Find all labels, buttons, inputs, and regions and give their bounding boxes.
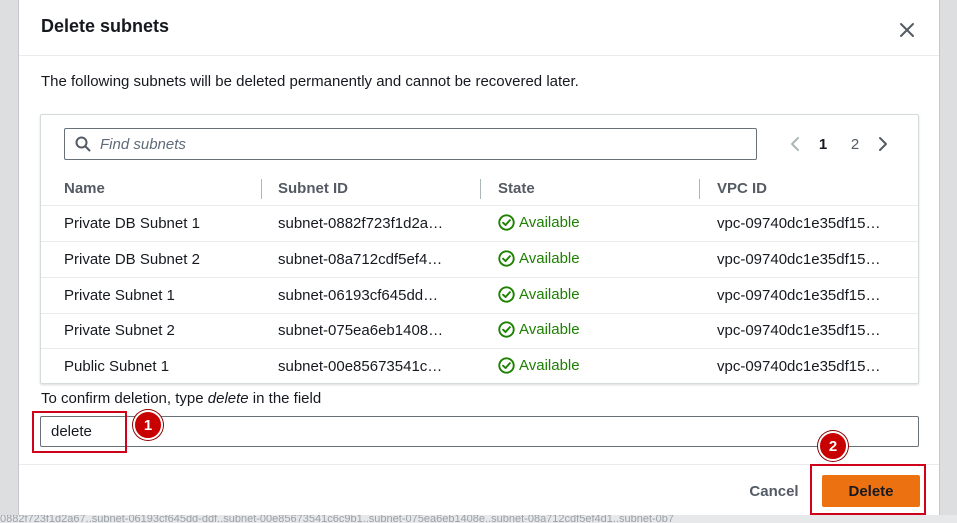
delete-subnets-modal: Delete subnets The following subnets wil…	[18, 0, 940, 517]
table-row: Private Subnet 2 subnet-075ea6eb1408… Av…	[41, 313, 918, 349]
check-circle-icon	[498, 357, 515, 374]
check-circle-icon	[498, 286, 515, 303]
page-2-button[interactable]: 2	[839, 136, 871, 153]
state-text: Available	[519, 321, 580, 338]
cell-vpc-id: vpc-09740dc1e35df15…	[717, 215, 881, 232]
table-row: Private Subnet 1 subnet-06193cf645dd… Av…	[41, 278, 918, 314]
chevron-right-icon	[879, 137, 887, 151]
cancel-button[interactable]: Cancel	[729, 475, 819, 507]
modal-footer: Cancel Delete	[19, 464, 939, 517]
next-page-button[interactable]	[871, 132, 895, 156]
confirm-keyword: delete	[207, 390, 249, 407]
cell-vpc-id: vpc-09740dc1e35df15…	[717, 322, 881, 339]
table-row: Private DB Subnet 1 subnet-0882f723f1d2a…	[41, 206, 918, 242]
table-row: Private DB Subnet 2 subnet-08a712cdf5ef4…	[41, 242, 918, 278]
cell-name: Private Subnet 1	[64, 287, 175, 304]
column-header-vpc-id[interactable]: VPC ID	[717, 180, 767, 197]
annotation-highlight-confirm-input	[32, 411, 127, 453]
background-text-strip: 0882f723f1d2a67..subnet-06193cf645dd-ddf…	[0, 515, 957, 523]
modal-description: The following subnets will be deleted pe…	[41, 73, 579, 90]
table-row: Public Subnet 1 subnet-00e85673541c… Ava…	[41, 349, 918, 385]
modal-title: Delete subnets	[41, 16, 170, 36]
cell-subnet-id: subnet-0882f723f1d2a…	[278, 215, 444, 232]
cell-subnet-id: subnet-075ea6eb1408…	[278, 322, 444, 339]
cell-state: Available	[498, 250, 580, 267]
page-1-button[interactable]: 1	[807, 136, 839, 153]
table-header: Name Subnet ID State VPC ID	[41, 173, 918, 206]
cell-name: Private DB Subnet 1	[64, 215, 200, 232]
confirm-label-suffix: in the field	[248, 390, 322, 407]
cell-name: Public Subnet 1	[64, 358, 170, 375]
check-circle-icon	[498, 214, 515, 231]
confirm-delete-input[interactable]	[40, 416, 919, 447]
pagination: 1 2	[783, 128, 895, 160]
cell-state: Available	[498, 214, 580, 231]
cell-vpc-id: vpc-09740dc1e35df15…	[717, 358, 881, 375]
annotation-badge-step-1: 1	[133, 410, 163, 440]
state-text: Available	[519, 357, 580, 374]
cell-subnet-id: subnet-06193cf645dd…	[278, 287, 439, 304]
cell-name: Private Subnet 2	[64, 322, 175, 339]
search-input[interactable]	[100, 133, 740, 155]
cell-vpc-id: vpc-09740dc1e35df15…	[717, 251, 881, 268]
confirm-label-prefix: To confirm deletion, type	[41, 390, 208, 407]
check-circle-icon	[498, 250, 515, 267]
annotation-highlight-delete-button	[810, 464, 926, 515]
modal-header: Delete subnets	[19, 0, 939, 56]
column-header-state[interactable]: State	[498, 180, 535, 197]
cell-state: Available	[498, 321, 580, 338]
previous-page-button[interactable]	[783, 132, 807, 156]
cell-state: Available	[498, 286, 580, 303]
chevron-left-icon	[791, 137, 799, 151]
state-text: Available	[519, 286, 580, 303]
column-header-name[interactable]: Name	[64, 180, 105, 197]
column-divider[interactable]	[699, 179, 700, 199]
cell-state: Available	[498, 357, 580, 374]
confirm-label: To confirm deletion, type delete in the …	[41, 390, 321, 407]
close-button[interactable]	[893, 16, 921, 44]
annotation-badge-step-2: 2	[818, 431, 848, 461]
search-box[interactable]	[64, 128, 757, 160]
cell-vpc-id: vpc-09740dc1e35df15…	[717, 287, 881, 304]
check-circle-icon	[498, 321, 515, 338]
column-divider[interactable]	[480, 179, 481, 199]
column-divider[interactable]	[261, 179, 262, 199]
cell-name: Private DB Subnet 2	[64, 251, 200, 268]
cell-subnet-id: subnet-08a712cdf5ef4…	[278, 251, 443, 268]
subnets-table: 1 2 Name Subnet ID State VPC ID Private …	[40, 114, 919, 384]
state-text: Available	[519, 214, 580, 231]
close-icon	[900, 23, 914, 37]
column-header-subnet-id[interactable]: Subnet ID	[278, 180, 348, 197]
state-text: Available	[519, 250, 580, 267]
cell-subnet-id: subnet-00e85673541c…	[278, 358, 443, 375]
search-icon	[75, 136, 91, 152]
